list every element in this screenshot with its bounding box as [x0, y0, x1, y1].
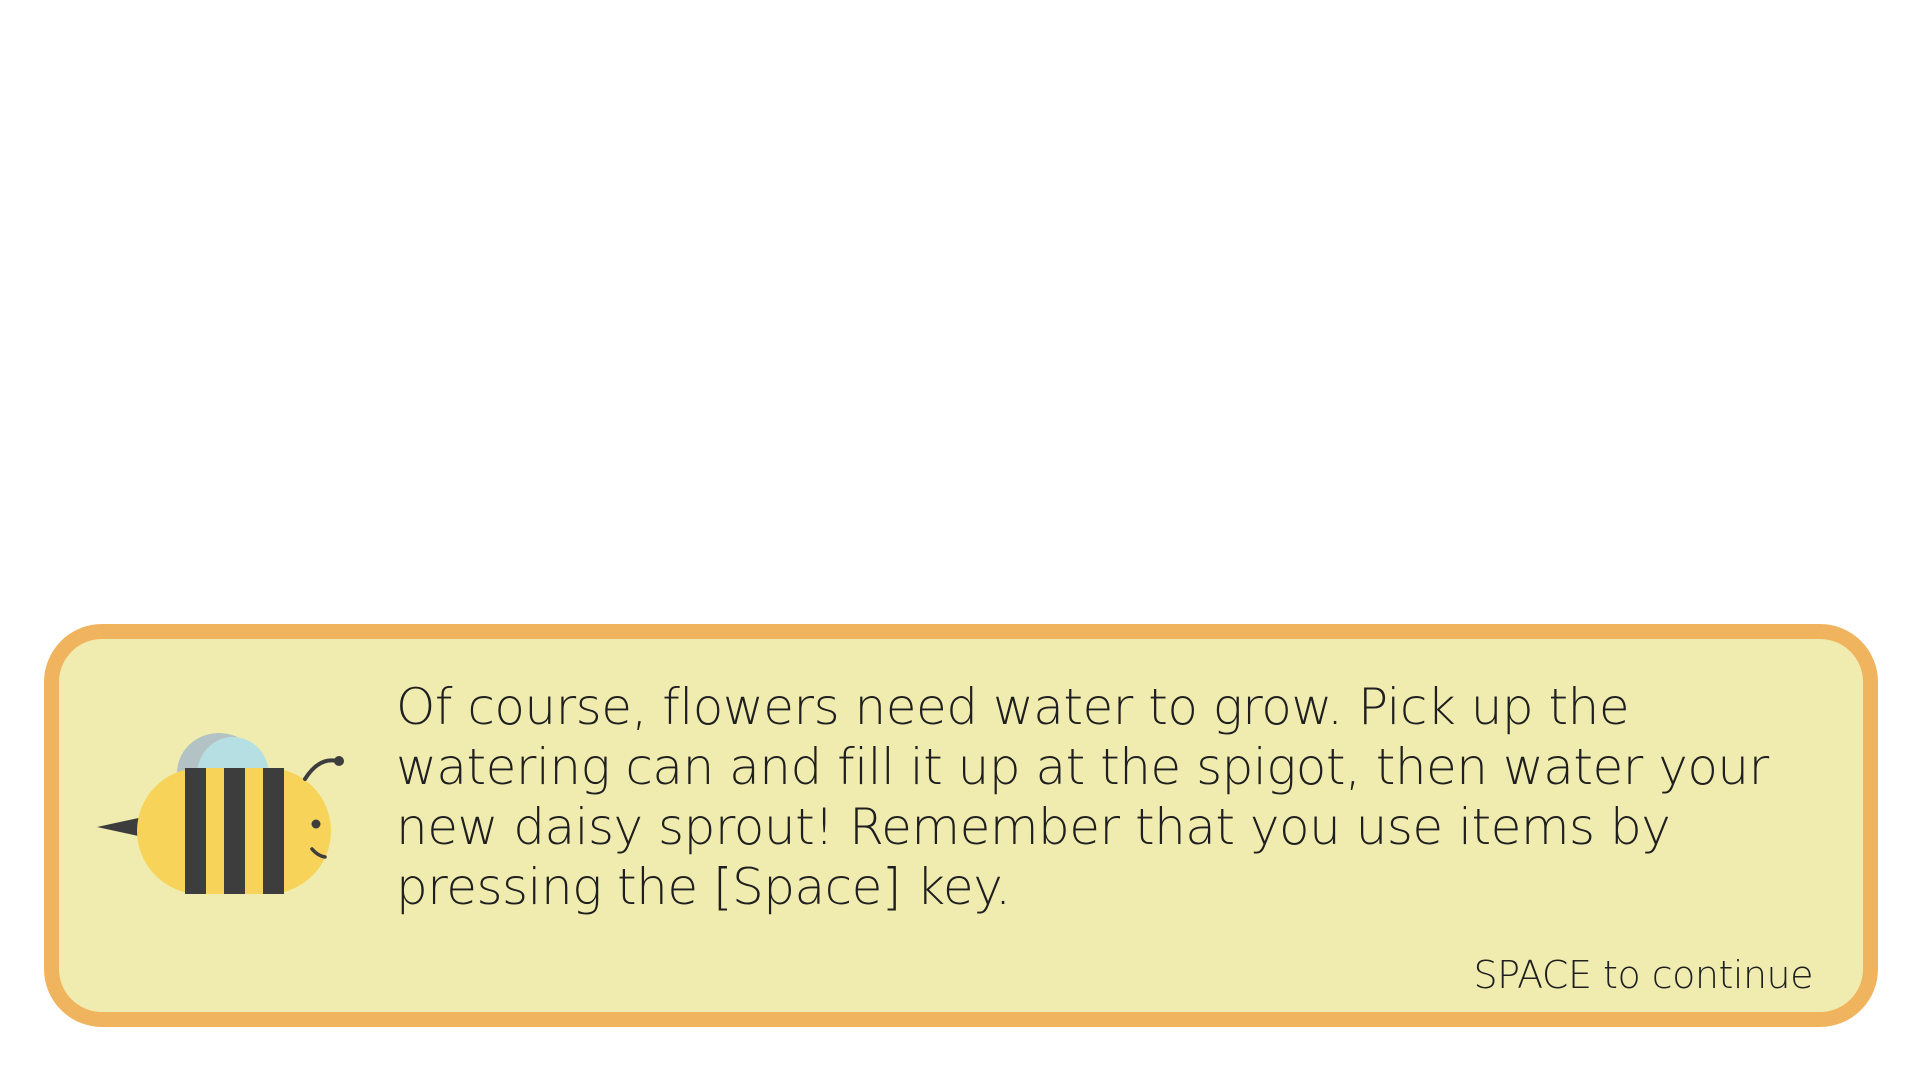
- continue-prompt[interactable]: SPACE to continue: [1473, 950, 1813, 1000]
- dialog-text: Of course, flowers need water to grow. P…: [396, 678, 1769, 916]
- game-canvas: Of course, flowers need water to grow. P…: [0, 0, 1921, 1080]
- bee-icon: [97, 733, 344, 894]
- dialog-box[interactable]: Of course, flowers need water to grow. P…: [44, 624, 1878, 1027]
